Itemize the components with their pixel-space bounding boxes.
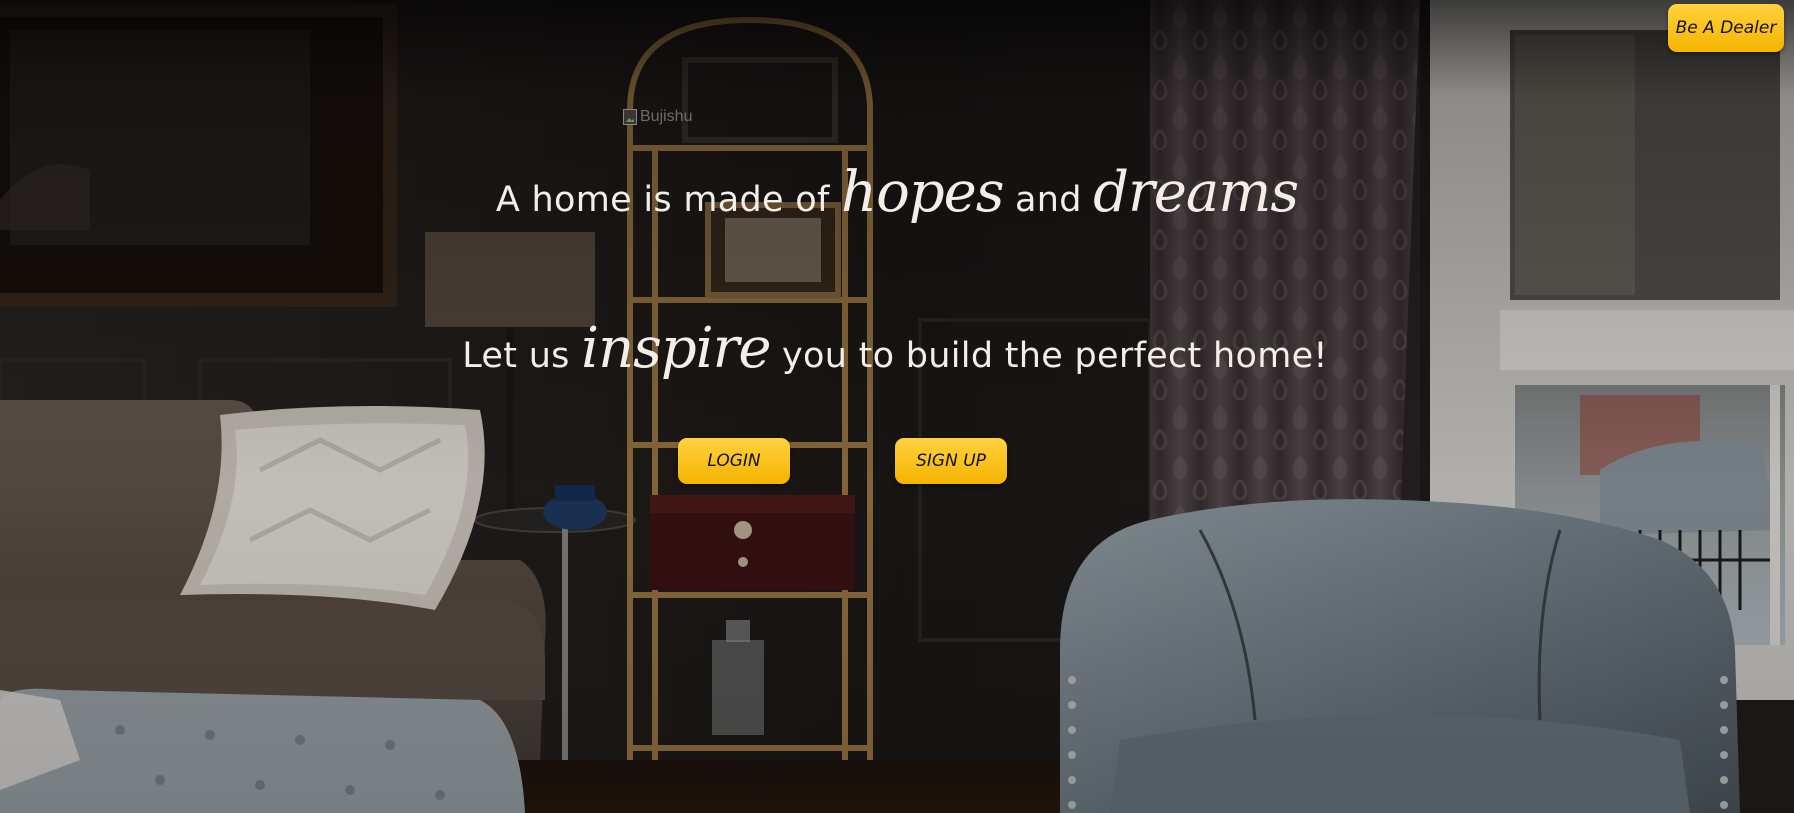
background-dim-overlay [0, 0, 1794, 813]
headline-script-hopes: hopes [841, 160, 1005, 225]
subheadline-script-inspire: inspire [581, 316, 771, 381]
logo-alt-text: Bujishu [640, 108, 693, 125]
be-a-dealer-button[interactable]: Be A Dealer [1668, 4, 1784, 52]
hero-subheadline: Let us inspire you to build the perfect … [0, 316, 1790, 381]
sign-up-button[interactable]: SIGN UP [895, 438, 1007, 484]
headline-text-middle: and [1003, 180, 1094, 220]
headline-text-start: A home is made of [495, 180, 842, 220]
brand-logo[interactable]: Bujishu [623, 106, 692, 128]
headline-script-dreams: dreams [1093, 160, 1299, 225]
subheadline-text-start: Let us [462, 336, 582, 376]
login-button[interactable]: LOGIN [678, 438, 790, 484]
subheadline-text-end: you to build the perfect home! [770, 336, 1328, 376]
broken-image-icon [623, 109, 637, 125]
hero-headline: A home is made of hopes and dreams [0, 160, 1794, 225]
